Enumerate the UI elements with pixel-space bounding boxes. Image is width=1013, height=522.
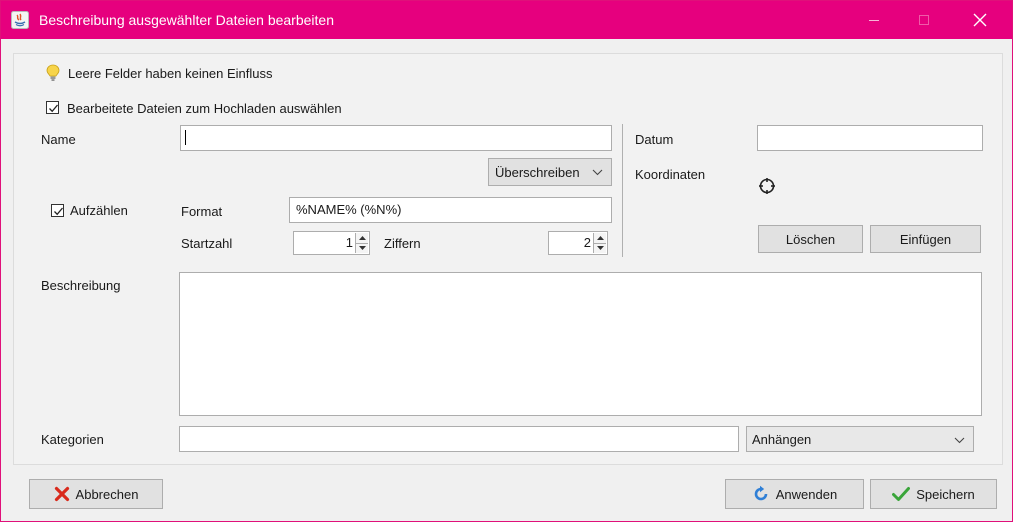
select-edited-checkbox[interactable] [46, 101, 59, 114]
categories-mode-select[interactable]: Anhängen [746, 426, 974, 452]
select-edited-label: Bearbeitete Dateien zum Hochladen auswäh… [67, 101, 342, 116]
refresh-icon [754, 485, 768, 501]
date-label: Datum [635, 132, 674, 147]
digits-value: 2 [583, 235, 591, 250]
cancel-button[interactable]: Abbrechen [29, 479, 163, 509]
checkmark-icon [49, 104, 58, 113]
format-input[interactable]: %NAME% (%N%) [289, 197, 612, 223]
digits-label: Ziffern [384, 236, 421, 251]
delete-label: Löschen [785, 231, 836, 247]
green-check-icon [892, 487, 911, 501]
cancel-label: Abbrechen [75, 486, 139, 502]
spinner-down-button[interactable] [594, 243, 606, 253]
arrow-down-icon [596, 246, 604, 250]
name-input[interactable] [180, 125, 612, 151]
insert-coordinates-button[interactable]: Einfügen [870, 225, 981, 253]
start-number-value: 1 [345, 235, 353, 250]
red-x-icon [54, 486, 69, 502]
hint-text: Leere Felder haben keinen Einfluss [68, 66, 273, 81]
name-label: Name [41, 132, 76, 147]
overwrite-combo[interactable]: Überschreiben [488, 158, 612, 186]
spinner-buttons [593, 233, 606, 253]
apply-button[interactable]: Anwenden [725, 479, 864, 509]
categories-input[interactable] [179, 426, 739, 452]
categories-mode-value: Anhängen [752, 432, 812, 447]
chevron-down-icon [954, 437, 965, 444]
categories-label: Kategorien [41, 432, 104, 447]
dialog-window: Beschreibung ausgewählter Dateien bearbe… [0, 0, 1013, 522]
description-label: Beschreibung [41, 278, 121, 293]
enumerate-checkbox[interactable] [51, 204, 64, 217]
arrow-down-icon [358, 246, 366, 250]
format-value: %NAME% (%N%) [296, 202, 402, 217]
apply-label: Anwenden [775, 486, 838, 502]
arrow-up-icon [596, 236, 604, 240]
java-app-icon [11, 11, 29, 29]
digits-spinner[interactable]: 2 [548, 231, 608, 255]
delete-coordinates-button[interactable]: Löschen [758, 225, 863, 253]
checkmark-icon [54, 207, 63, 216]
minimize-icon [869, 20, 879, 21]
save-button[interactable]: Speichern [870, 479, 997, 509]
chevron-down-icon [592, 169, 603, 176]
crosshair-icon[interactable] [758, 177, 776, 195]
close-icon [973, 13, 987, 27]
lightbulb-icon [45, 64, 61, 82]
text-caret [185, 130, 186, 145]
vertical-separator [622, 124, 623, 257]
close-window-button[interactable] [957, 1, 1003, 39]
insert-label: Einfügen [899, 231, 952, 247]
coordinates-label: Koordinaten [635, 167, 706, 182]
spinner-buttons [355, 233, 368, 253]
maximize-button[interactable] [901, 1, 947, 39]
start-number-spinner[interactable]: 1 [293, 231, 370, 255]
minimize-button[interactable] [851, 1, 897, 39]
description-textarea[interactable] [179, 272, 982, 416]
format-label: Format [181, 204, 223, 219]
arrow-up-icon [358, 236, 366, 240]
title-bar[interactable]: Beschreibung ausgewählter Dateien bearbe… [1, 1, 1012, 39]
date-input[interactable] [757, 125, 983, 151]
window-title: Beschreibung ausgewählter Dateien bearbe… [39, 12, 334, 28]
enumerate-label: Aufzählen [70, 203, 128, 218]
save-label: Speichern [916, 486, 975, 502]
overwrite-label: Überschreiben [495, 164, 580, 180]
start-number-label: Startzahl [181, 236, 233, 251]
maximize-icon [919, 15, 929, 25]
spinner-down-button[interactable] [356, 243, 368, 253]
